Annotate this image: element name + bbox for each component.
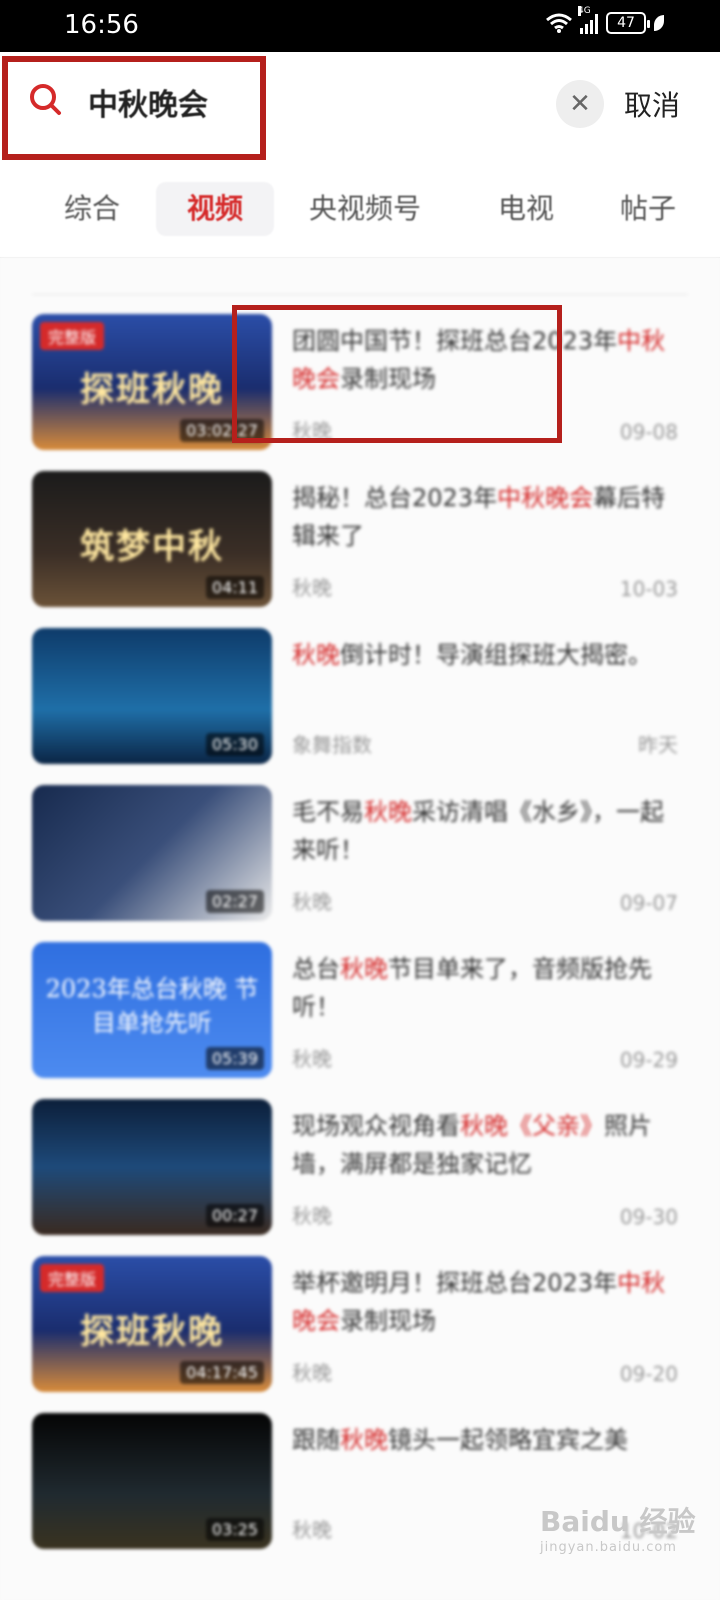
clear-search-button[interactable]: ✕ [556, 80, 604, 128]
video-duration: 04:17:45 [180, 1361, 264, 1384]
tab-tv[interactable]: 电视 [478, 182, 574, 236]
tab-posts[interactable]: 帖子 [600, 182, 696, 236]
video-source: 象舞指数 [292, 733, 372, 757]
video-date: 昨天 [638, 733, 678, 757]
video-source: 秋晚 [292, 1047, 332, 1071]
battery-icon: 47 [606, 12, 650, 34]
video-result-item[interactable]: 2023年总台秋晚 节目单抢先听 05:39 总台秋晚节目单来了，音频版抢先听！ 秋晚… [32, 942, 688, 1078]
status-bar: 16:56 4G 47 [0, 0, 720, 52]
video-source: 秋晚 [292, 1361, 332, 1385]
close-icon: ✕ [569, 89, 591, 119]
title-text: 现场观众视角看 [292, 1112, 460, 1140]
video-result-item[interactable]: 00:27 现场观众视角看秋晚《父亲》照片墙，满屏都是独家记忆秋晚 09-30 [32, 1099, 688, 1235]
title-text: 总台 [292, 955, 340, 983]
thumbnail-caption: 筑梦中秋 [80, 527, 224, 567]
video-thumbnail[interactable]: 02:27 [32, 785, 272, 921]
title-keyword-highlight: 秋晚 [340, 955, 388, 983]
tab-cctv-channel[interactable]: 央视频号 [300, 182, 430, 236]
video-title[interactable]: 秋晚倒计时！导演组探班大揭密。 [292, 636, 682, 674]
video-result-item[interactable]: 筑梦中秋 04:11 揭秘！总台2023年中秋晚会幕后特辑来了秋晚 10-03 [32, 471, 688, 607]
video-result-item[interactable]: 05:30 秋晚倒计时！导演组探班大揭密。象舞指数 昨天 [32, 628, 688, 764]
full-version-badge: 完整版 [40, 1264, 105, 1292]
watermark-brand: Baidu 经验 [540, 1505, 696, 1538]
video-results-list: 完整版 探班秋晚 03:02:27 团圆中国节！探班总台2023年中秋晚会录制现场 秋晚… [0, 258, 720, 1600]
thumbnail-caption: 探班秋晚 [80, 1312, 224, 1352]
title-text: 跟随 [292, 1426, 340, 1454]
video-duration: 05:30 [205, 733, 264, 756]
title-text: 毛不易 [292, 798, 364, 826]
status-icons: 4G 47 [546, 6, 664, 34]
search-highlight-box [2, 56, 266, 160]
title-text: 镜头一起领略宜宾之美 [388, 1426, 628, 1454]
video-thumbnail[interactable]: 00:27 [32, 1099, 272, 1235]
video-source: 秋晚 [292, 576, 332, 600]
video-date: 09-30 [619, 1205, 678, 1229]
video-source: 秋晚 [292, 1518, 332, 1542]
video-duration: 00:27 [205, 1204, 264, 1227]
video-thumbnail[interactable]: 完整版探班秋晚 04:17:45 [32, 1256, 272, 1392]
tab-bar: 综合 视频 央视频号 电视 帖子 [0, 162, 720, 258]
video-duration: 05:39 [205, 1047, 264, 1070]
video-date: 09-08 [619, 420, 678, 444]
tab-all[interactable]: 综合 [48, 182, 136, 236]
video-duration: 02:27 [205, 890, 264, 913]
wifi-icon [546, 13, 572, 33]
video-duration: 03:25 [205, 1518, 264, 1541]
tab-video[interactable]: 视频 [156, 182, 274, 236]
video-result-item[interactable]: 02:27 毛不易秋晚采访清唱《水乡》，一起来听！ 秋晚 09-07 [32, 785, 688, 921]
status-time: 16:56 [64, 10, 139, 40]
search-bar: 中秋晚会 ✕ 取消 [0, 52, 720, 162]
watermark-url: jingyan.baidu.com [540, 1540, 677, 1555]
video-result-item[interactable]: 完整版探班秋晚 04:17:45 举杯邀明月！探班总台2023年中秋晚会录制现场秋晚… [32, 1256, 688, 1392]
title-keyword-highlight: 秋晚 [364, 798, 412, 826]
video-date: 10-03 [619, 577, 678, 601]
title-text: 揭秘！总台2023年 [292, 484, 498, 512]
title-keyword-highlight: 秋晚 [292, 641, 340, 669]
video-date: 09-07 [619, 891, 678, 915]
video-source: 秋晚 [292, 890, 332, 914]
video-title[interactable]: 举杯邀明月！探班总台2023年中秋晚会录制现场 [292, 1264, 682, 1340]
cancel-button[interactable]: 取消 [624, 84, 680, 124]
thumbnail-caption: 2023年总台秋晚 节目单抢先听 [45, 975, 259, 1037]
video-title[interactable]: 揭秘！总台2023年中秋晚会幕后特辑来了 [292, 479, 682, 555]
video-source: 秋晚 [292, 1204, 332, 1228]
signal-icon: 4G [578, 6, 598, 34]
full-version-badge: 完整版 [40, 322, 105, 350]
video-title[interactable]: 现场观众视角看秋晚《父亲》照片墙，满屏都是独家记忆 [292, 1107, 682, 1183]
title-text: 举杯邀明月！探班总台2023年 [292, 1269, 618, 1297]
divider [32, 294, 688, 295]
video-title[interactable]: 总台秋晚节目单来了，音频版抢先听！ [292, 950, 682, 1026]
video-date: 09-29 [619, 1048, 678, 1072]
title-keyword-highlight: 秋晚《父亲》 [460, 1112, 604, 1140]
video-title[interactable]: 毛不易秋晚采访清唱《水乡》，一起来听！ [292, 793, 682, 869]
network-type: 4G [578, 6, 591, 16]
video-thumbnail[interactable]: 05:30 [32, 628, 272, 764]
result-highlight-box [232, 305, 562, 443]
title-keyword-highlight: 中秋晚会 [497, 484, 594, 512]
baidu-watermark: Baidu 经验 jingyan.baidu.com [540, 1500, 696, 1555]
title-text: 倒计时！导演组探班大揭密。 [340, 641, 652, 669]
video-duration: 04:11 [205, 576, 264, 599]
video-thumbnail[interactable]: 2023年总台秋晚 节目单抢先听 05:39 [32, 942, 272, 1078]
video-title[interactable]: 跟随秋晚镜头一起领略宜宾之美 [292, 1421, 682, 1459]
title-text: 录制现场 [340, 1307, 436, 1335]
video-date: 09-20 [619, 1362, 678, 1386]
leaf-icon [654, 15, 664, 31]
title-keyword-highlight: 秋晚 [340, 1426, 388, 1454]
video-thumbnail[interactable]: 筑梦中秋 04:11 [32, 471, 272, 607]
video-thumbnail[interactable]: 03:25 [32, 1413, 272, 1549]
